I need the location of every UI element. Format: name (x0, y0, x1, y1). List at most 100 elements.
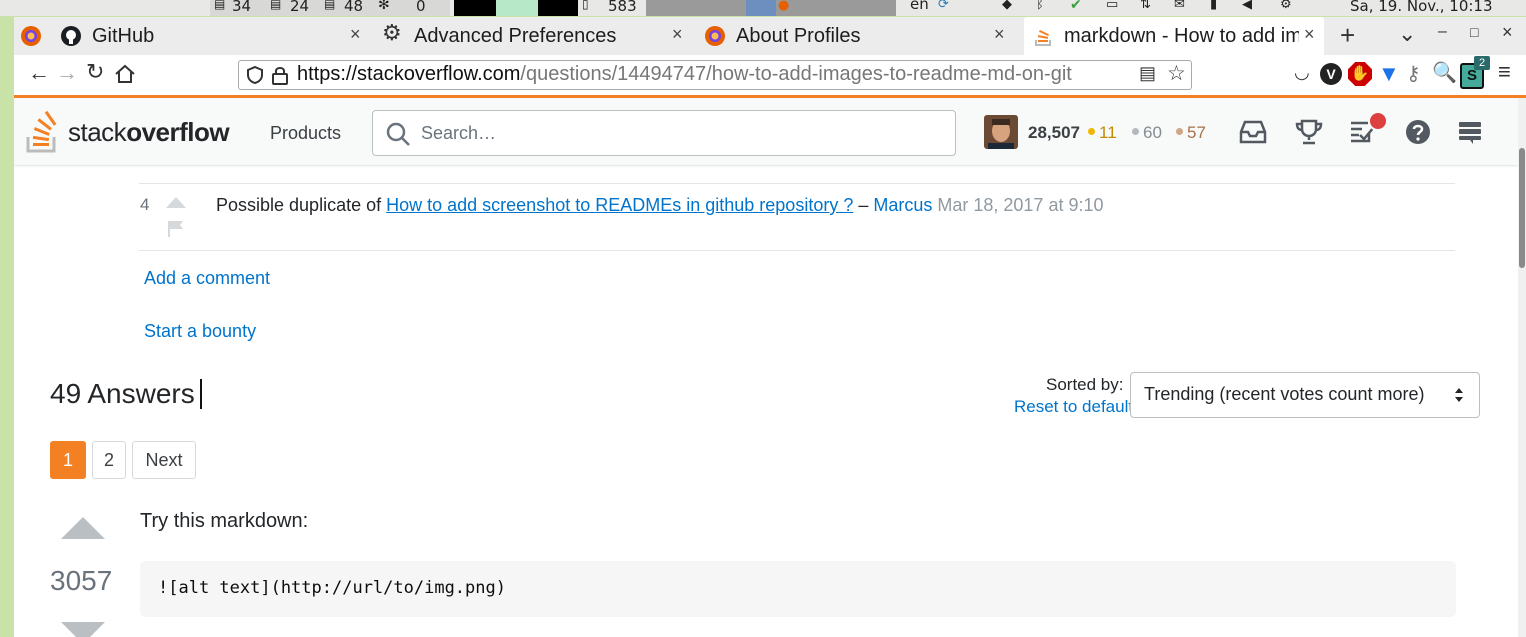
stackoverflow-icon (1035, 29, 1051, 46)
comment-user-link[interactable]: Marcus (873, 195, 932, 215)
workspace-active[interactable] (746, 0, 776, 16)
products-menu[interactable]: Products (270, 123, 341, 144)
start-bounty-link[interactable]: Start a bounty (144, 321, 256, 342)
scrollbar-thumb[interactable] (1519, 148, 1525, 268)
back-arrow-icon[interactable]: ← (28, 60, 50, 86)
load-graph (538, 0, 578, 16)
system-clock[interactable]: Sa, 19. Nov., 10:13 (1350, 0, 1493, 15)
keyboard-layout[interactable]: en (910, 0, 929, 13)
sorted-by-label: Sorted by: (1046, 375, 1124, 394)
bookmark-star-icon[interactable]: ☆ (1167, 61, 1186, 86)
duplicate-question-link[interactable]: How to add screenshot to READMEs in gith… (386, 195, 853, 215)
shield-icon[interactable] (245, 65, 265, 85)
tab-title: GitHub (92, 25, 155, 47)
dropbox-icon[interactable]: ◆ (1002, 0, 1012, 12)
stackoverflow-logo-icon[interactable] (24, 109, 64, 155)
settings-gear-icon[interactable]: ⚙ (1280, 0, 1292, 12)
system-top-bar: ▤ 34 ▤ 24 ▤ 48 ✻ 0 ▯ 583 ● en ⟳ ◆ ᛒ ✔ ▭ … (0, 0, 1526, 16)
sync-icon[interactable]: ⟳ (938, 0, 949, 12)
tab-about-profiles[interactable]: About Profiles × (696, 17, 1012, 55)
tab-firefox-pinned[interactable] (14, 17, 44, 55)
site-search-box[interactable] (372, 110, 956, 156)
sys-stat-3: 48 (344, 0, 364, 15)
bluetooth-icon[interactable]: ᛒ (1036, 0, 1044, 12)
disk-icon: ▤ (324, 0, 336, 11)
comment-text: Possible duplicate of (216, 195, 387, 215)
hamburger-menu-icon[interactable]: ≡ (1498, 59, 1511, 85)
upvote-arrow-icon[interactable] (60, 516, 106, 540)
cpu-graph (454, 0, 496, 16)
sys-stat-5: 583 (608, 0, 637, 15)
maximize-button[interactable]: □ (1470, 24, 1478, 40)
sort-select[interactable]: Trending (recent votes count more) (1130, 372, 1480, 418)
firefox-icon: ● (778, 0, 790, 13)
sys-stat-2: 24 (290, 0, 310, 15)
close-tab-icon[interactable]: × (350, 24, 361, 45)
close-window-button[interactable]: × (1502, 22, 1513, 43)
lock-icon[interactable] (271, 65, 289, 85)
new-tab-button[interactable]: + (1340, 20, 1355, 51)
key-extension-icon[interactable]: ⚷ (1406, 61, 1421, 86)
bronze-badges[interactable]: 57 (1176, 123, 1206, 143)
sys-stat-4: 0 (416, 0, 426, 15)
url-text[interactable]: https://stackoverflow.com/questions/1449… (297, 63, 1072, 86)
pocket-icon[interactable]: ◡ (1294, 62, 1310, 83)
home-icon[interactable] (114, 63, 136, 85)
tab-github[interactable]: GitHub × (52, 17, 368, 55)
bronze-count: 57 (1187, 123, 1206, 142)
code-text: ![alt text](http://url/to/img.png) (158, 578, 506, 598)
close-tab-icon[interactable]: × (672, 24, 683, 45)
tab-strip: GitHub × ⚙ Advanced Preferences × About … (14, 17, 1526, 55)
ublock-extension-icon[interactable]: ✋ (1348, 62, 1372, 86)
tab-title: About Profiles (736, 25, 861, 47)
stackoverflow-logo-text[interactable]: stackoverflow (68, 117, 230, 148)
add-comment-link[interactable]: Add a comment (144, 268, 270, 289)
inbox-icon[interactable] (1238, 118, 1268, 146)
page-2-button[interactable]: 2 (92, 441, 126, 479)
search-input[interactable] (419, 119, 943, 147)
check-icon[interactable]: ✔ (1070, 0, 1082, 13)
mail-icon[interactable]: ✉ (1174, 0, 1185, 12)
avatar[interactable] (984, 115, 1018, 149)
network-icon[interactable]: ⇅ (1140, 0, 1151, 12)
tab-markdown-active[interactable]: markdown - How to add imag × (1024, 17, 1324, 55)
gold-badges[interactable]: 11 (1088, 123, 1117, 143)
comment-body: Possible duplicate of How to add screens… (216, 195, 1104, 216)
url-bar[interactable]: https://stackoverflow.com/questions/1449… (238, 60, 1192, 90)
extension-badge: 2 (1474, 56, 1490, 70)
funnel-extension-icon[interactable]: ▼ (1378, 61, 1400, 87)
page-scrollbar[interactable] (1518, 98, 1526, 637)
next-page-button[interactable]: Next (132, 441, 196, 479)
gold-badge-icon (1088, 128, 1095, 136)
close-tab-icon[interactable]: × (1304, 24, 1315, 45)
close-tab-icon[interactable]: × (994, 24, 1005, 45)
achievements-trophy-icon[interactable] (1294, 118, 1324, 146)
reputation-score[interactable]: 28,507 (1028, 123, 1080, 143)
minimize-button[interactable]: – (1438, 23, 1447, 41)
reader-view-icon[interactable]: ▤ (1139, 63, 1156, 84)
page-1-button[interactable]: 1 (50, 441, 86, 479)
search-extension-icon[interactable]: 🔍 (1432, 60, 1457, 85)
firefox-icon (705, 26, 725, 46)
help-icon[interactable] (1404, 118, 1434, 146)
comment-date: Mar 18, 2017 at 9:10 (932, 195, 1104, 215)
review-notification-dot (1368, 111, 1388, 131)
comment-upvote-icon[interactable] (164, 195, 188, 209)
battery-icon[interactable]: ▮ (1210, 0, 1217, 12)
reload-icon[interactable]: ↻ (86, 59, 104, 85)
answers-count-heading: 49 Answers (50, 378, 195, 409)
forward-arrow-icon[interactable]: → (56, 60, 78, 86)
list-all-tabs-button[interactable]: ⌄ (1398, 21, 1416, 47)
tab-advanced-preferences[interactable]: ⚙ Advanced Preferences × (374, 17, 690, 55)
gold-count: 11 (1099, 123, 1117, 142)
site-switcher-icon[interactable] (1456, 118, 1486, 146)
clipboard-icon[interactable]: ▭ (1106, 0, 1118, 12)
page-content: 4 Possible duplicate of How to add scree… (14, 95, 1526, 637)
silver-badges[interactable]: 60 (1132, 123, 1162, 143)
flag-icon[interactable] (166, 219, 186, 239)
url-path: /questions/14494747/how-to-add-images-to… (520, 63, 1072, 85)
reset-to-default-link[interactable]: Reset to default (1014, 397, 1133, 417)
downvote-arrow-icon[interactable] (60, 621, 106, 637)
volume-icon[interactable]: ◀ (1242, 0, 1252, 12)
vivaldi-extension-icon[interactable]: V (1320, 63, 1342, 85)
